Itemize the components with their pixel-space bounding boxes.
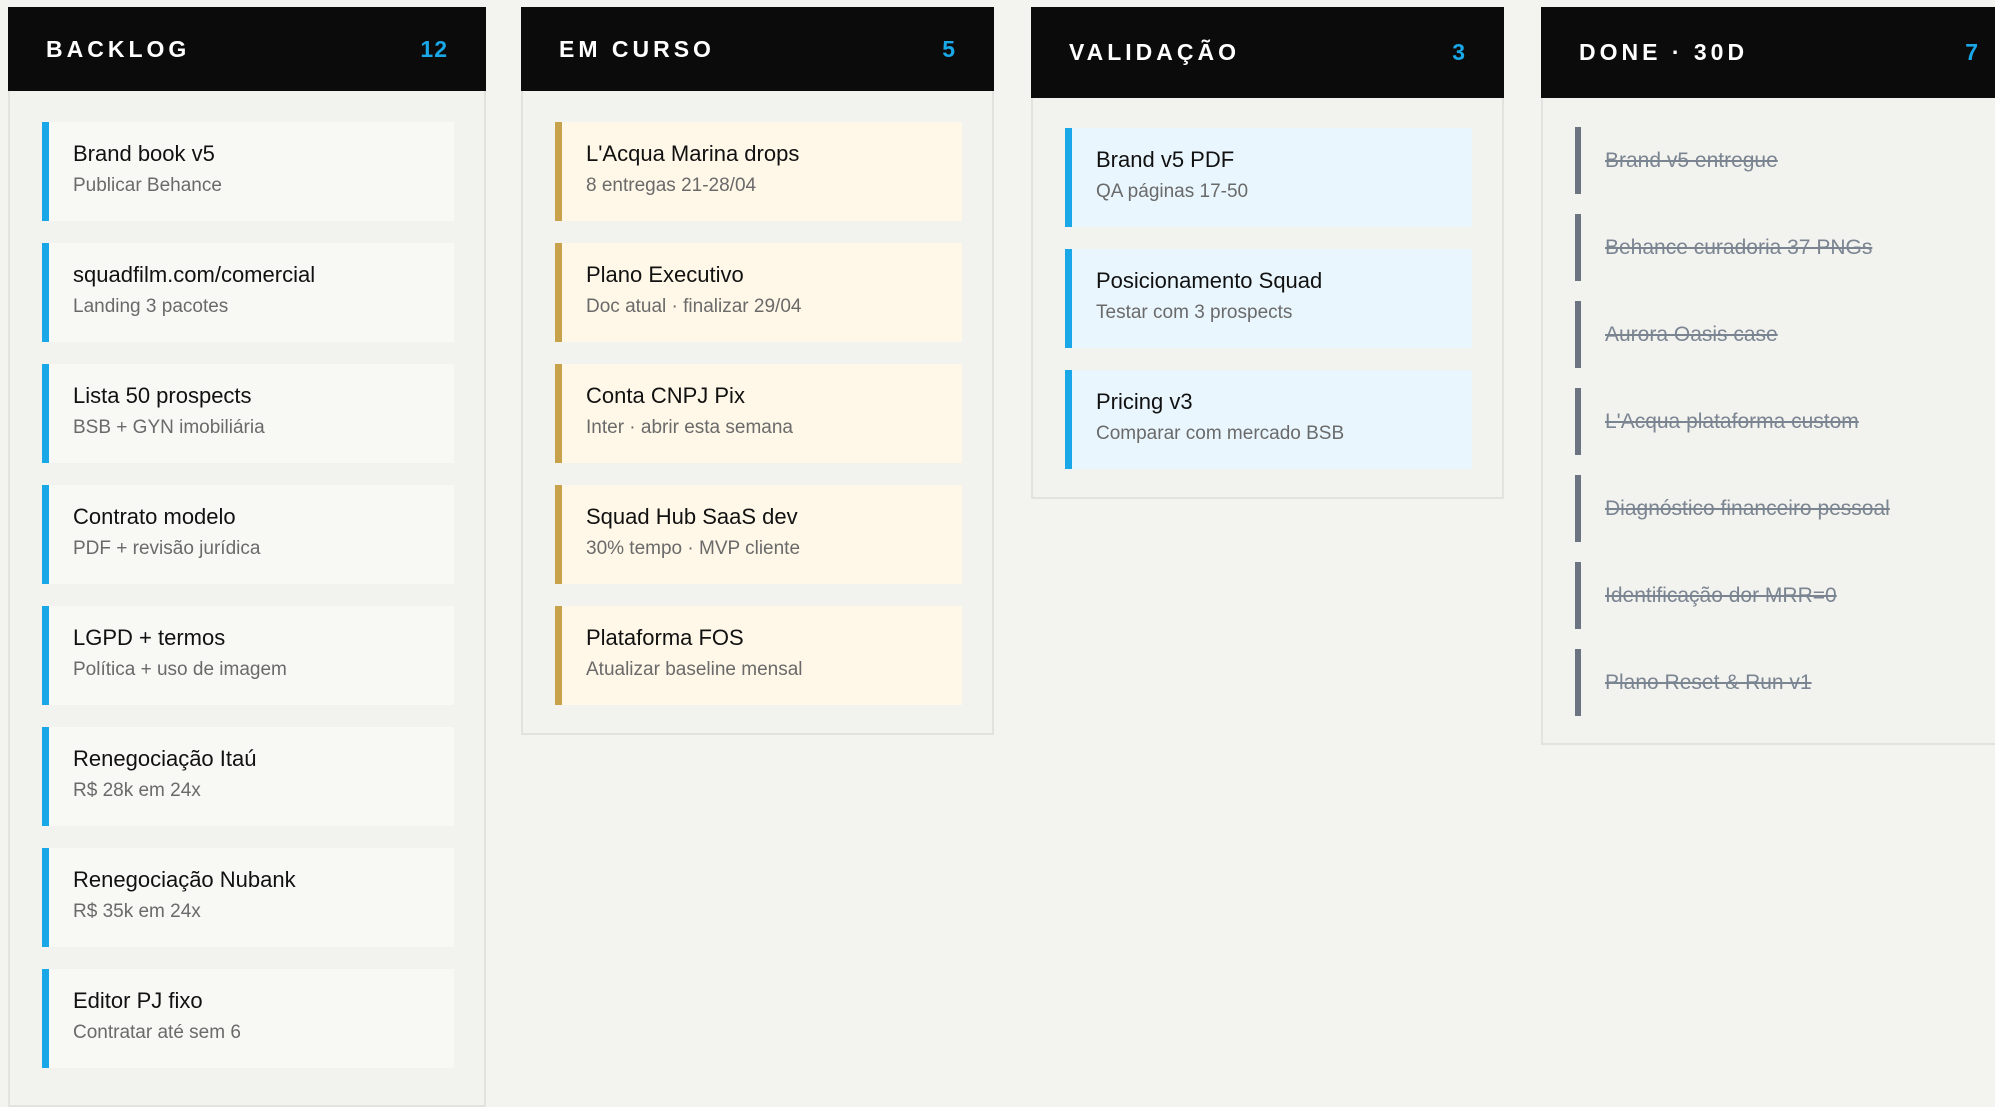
task-card-title: Posicionamento Squad xyxy=(1096,268,1323,293)
task-card[interactable]: Posicionamento Squad Testar com 3 prospe… xyxy=(1065,249,1472,348)
task-card[interactable]: Editor PJ fixo Contratar até sem 6 xyxy=(42,969,454,1068)
task-card[interactable]: LGPD + termos Política + uso de imagem xyxy=(42,606,454,705)
task-card[interactable]: Contrato modelo PDF + revisão jurídica xyxy=(42,485,454,584)
task-card-title: LGPD + termos xyxy=(73,625,226,650)
task-card-title: Brand book v5 xyxy=(73,141,215,166)
task-card[interactable]: Plataforma FOS Atualizar baseline mensal xyxy=(555,606,962,705)
task-card[interactable]: squadfilm.com/comercial Landing 3 pacote… xyxy=(42,243,454,342)
task-card-title: Lista 50 prospects xyxy=(73,383,252,408)
done-item[interactable]: Brand v5 entregue xyxy=(1575,127,1989,194)
task-card-title: Brand v5 PDF xyxy=(1096,147,1235,172)
task-card[interactable]: Conta CNPJ Pix Inter · abrir esta semana xyxy=(555,364,962,463)
done-item-text: Aurora Oasis case xyxy=(1605,323,1778,346)
task-card[interactable]: Lista 50 prospects BSB + GYN imobiliária xyxy=(42,364,454,463)
done-item-text: Diagnóstico financeiro pessoal xyxy=(1605,497,1890,520)
column-count-badge: 12 xyxy=(420,35,448,62)
task-card-title: Renegociação Nubank xyxy=(73,867,296,892)
task-card-subtitle: Testar com 3 prospects xyxy=(1096,302,1293,323)
column-count-badge: 5 xyxy=(942,35,956,62)
task-card[interactable]: Plano Executivo Doc atual · finalizar 29… xyxy=(555,243,962,342)
column-header-em-curso: EM CURSO 5 xyxy=(521,7,994,91)
done-item[interactable]: Identificação dor MRR=0 xyxy=(1575,562,1989,629)
task-card-subtitle: Comparar com mercado BSB xyxy=(1096,423,1345,444)
task-card-title: Squad Hub SaaS dev xyxy=(586,504,798,529)
task-card-subtitle: Inter · abrir esta semana xyxy=(586,417,793,438)
task-card-title: Editor PJ fixo xyxy=(73,988,203,1013)
done-item-text: Brand v5 entregue xyxy=(1605,149,1778,172)
done-item[interactable]: L'Acqua plataforma custom xyxy=(1575,388,1989,455)
task-card-title: Conta CNPJ Pix xyxy=(586,383,745,408)
task-card[interactable]: Pricing v3 Comparar com mercado BSB xyxy=(1065,370,1472,469)
done-item-text: Identificação dor MRR=0 xyxy=(1605,584,1837,607)
done-item-text: L'Acqua plataforma custom xyxy=(1605,410,1859,433)
task-card[interactable]: Renegociação Itaú R$ 28k em 24x xyxy=(42,727,454,826)
done-item[interactable]: Behance curadoria 37 PNGs xyxy=(1575,214,1989,281)
task-card[interactable]: Squad Hub SaaS dev 30% tempo · MVP clien… xyxy=(555,485,962,584)
column-title: BACKLOG xyxy=(46,35,191,62)
column-header-done: DONE · 30D 7 xyxy=(1541,7,1995,98)
task-card-subtitle: Landing 3 pacotes xyxy=(73,296,229,317)
column-title: EM CURSO xyxy=(559,35,715,62)
kanban-board: BACKLOG 12 Brand book v5 Publicar Behanc… xyxy=(0,0,1995,1107)
task-card-subtitle: 30% tempo · MVP cliente xyxy=(586,538,801,559)
task-card[interactable]: Renegociação Nubank R$ 35k em 24x xyxy=(42,848,454,947)
task-card-subtitle: Contratar até sem 6 xyxy=(73,1022,241,1043)
task-card-title: Plano Executivo xyxy=(586,262,744,287)
done-item[interactable]: Plano Reset & Run v1 xyxy=(1575,649,1989,716)
column-backlog: BACKLOG 12 Brand book v5 Publicar Behanc… xyxy=(8,7,486,1107)
task-card-subtitle: Doc atual · finalizar 29/04 xyxy=(586,296,802,317)
task-card-title: Pricing v3 xyxy=(1096,389,1193,414)
column-count-badge: 3 xyxy=(1452,39,1466,65)
card-list: L'Acqua Marina drops 8 entregas 21-28/04… xyxy=(555,122,962,727)
task-card-subtitle: R$ 35k em 24x xyxy=(73,901,201,922)
task-card-title: Plataforma FOS xyxy=(586,625,744,650)
task-card-subtitle: Publicar Behance xyxy=(73,175,222,196)
done-item[interactable]: Aurora Oasis case xyxy=(1575,301,1989,368)
task-card-subtitle: Política + uso de imagem xyxy=(73,659,287,680)
card-list: Brand v5 PDF QA páginas 17-50 Posicionam… xyxy=(1065,128,1472,491)
task-card-subtitle: Atualizar baseline mensal xyxy=(586,659,803,680)
task-card-subtitle: QA páginas 17-50 xyxy=(1096,181,1249,202)
column-em-curso: EM CURSO 5 L'Acqua Marina drops 8 entreg… xyxy=(521,7,994,735)
task-card[interactable]: Brand book v5 Publicar Behance xyxy=(42,122,454,221)
done-list: Brand v5 entregue Behance curadoria 37 P… xyxy=(1575,127,1989,736)
done-item[interactable]: Diagnóstico financeiro pessoal xyxy=(1575,475,1989,542)
task-card[interactable]: L'Acqua Marina drops 8 entregas 21-28/04 xyxy=(555,122,962,221)
column-title: VALIDAÇÃO xyxy=(1069,39,1241,65)
column-header-validacao: VALIDAÇÃO 3 xyxy=(1031,7,1504,98)
task-card-title: Contrato modelo xyxy=(73,504,236,529)
done-item-text: Plano Reset & Run v1 xyxy=(1605,671,1812,694)
column-title: DONE · 30D xyxy=(1579,39,1749,65)
task-card[interactable]: Brand v5 PDF QA páginas 17-50 xyxy=(1065,128,1472,227)
column-header-backlog: BACKLOG 12 xyxy=(8,7,486,91)
column-validacao: VALIDAÇÃO 3 Brand v5 PDF QA páginas 17-5… xyxy=(1031,7,1504,499)
done-item-text: Behance curadoria 37 PNGs xyxy=(1605,236,1873,259)
column-done: DONE · 30D 7 Brand v5 entregue Behance c… xyxy=(1541,7,1995,745)
task-card-subtitle: 8 entregas 21-28/04 xyxy=(586,175,757,196)
task-card-subtitle: R$ 28k em 24x xyxy=(73,780,201,801)
card-list: Brand book v5 Publicar Behance squadfilm… xyxy=(42,122,454,1090)
task-card-title: L'Acqua Marina drops xyxy=(586,141,800,166)
task-card-subtitle: BSB + GYN imobiliária xyxy=(73,417,265,438)
task-card-title: squadfilm.com/comercial xyxy=(73,262,316,287)
task-card-subtitle: PDF + revisão jurídica xyxy=(73,538,261,559)
column-count-badge: 7 xyxy=(1965,39,1979,65)
task-card-title: Renegociação Itaú xyxy=(73,746,257,771)
